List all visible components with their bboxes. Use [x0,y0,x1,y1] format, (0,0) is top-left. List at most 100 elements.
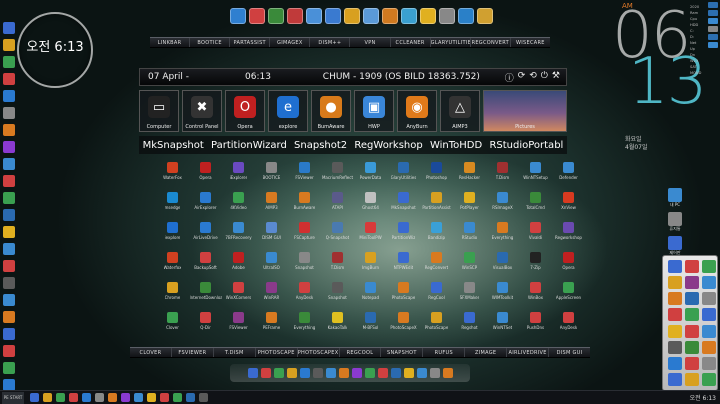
left-app-icon[interactable] [3,141,15,153]
panel-app-icon[interactable] [685,260,699,273]
top-bar-item[interactable]: DISM++ [310,38,351,47]
text-launcher-item[interactable]: WinToHDD [430,140,482,151]
taskbar-app-icon[interactable] [95,393,104,402]
panel-app-icon[interactable] [685,356,699,370]
dock-icon[interactable] [338,368,349,378]
panel-app-icon[interactable] [685,276,699,290]
desktop-icon[interactable]: FSCapture [288,222,321,243]
taskbar-app-icon[interactable] [43,393,52,402]
desktop-icon[interactable]: WinNTSet [486,312,519,333]
right-desktop-icon[interactable]: 휴지통 [660,212,690,232]
launcher-tile[interactable]: ▭ Computer [139,90,179,132]
app-icon[interactable] [420,8,436,24]
desktop-icon[interactable]: T.Dism [321,252,354,273]
app-icon[interactable] [344,8,360,24]
top-bar-item[interactable]: CCLEANER [391,38,431,47]
dock-icon[interactable] [416,368,427,378]
dock-icon[interactable] [312,368,323,378]
text-launcher-item[interactable]: RStudioPortabl [489,140,563,151]
panel-app-icon[interactable] [702,276,716,290]
desktop-icon[interactable]: Chrome [156,282,189,303]
text-launcher-item[interactable]: MkSnapshot [143,140,204,151]
desktop-icon[interactable]: Everything [288,312,321,333]
app-icon[interactable] [306,8,322,24]
desktop-icon[interactable]: VisualBox [486,252,519,273]
dock-icon[interactable] [390,368,401,378]
left-app-icon[interactable] [3,158,15,170]
desktop-icon[interactable]: WinBox [519,282,552,303]
bottom-bar-item[interactable]: DISM GUI [549,348,590,357]
panel-app-icon[interactable] [702,260,716,273]
launcher-tile[interactable]: △ AIMP3 [440,90,480,132]
desktop-icon[interactable]: MiniToolPW [354,222,387,243]
panel-app-icon[interactable] [668,340,682,354]
taskbar-app-icon[interactable] [147,393,156,402]
control-icon[interactable]: ⓘ [505,71,514,84]
desktop-icon[interactable]: NTPWEdit [387,252,420,273]
desktop-icon[interactable]: Vivaldi [519,222,552,243]
dock-icon[interactable] [377,368,388,378]
desktop-icon[interactable]: Q-Snapshot [321,222,354,243]
panel-app-icon[interactable] [668,276,682,290]
taskbar-app-icon[interactable] [56,393,65,402]
desktop-icon[interactable]: 7BFRecovery [222,222,255,243]
desktop-icon[interactable]: PushDns [519,312,552,333]
panel-app-icon[interactable] [668,356,682,370]
desktop-icon[interactable]: RSImageX [486,192,519,213]
desktop-icon[interactable]: AirLiveDrive [189,222,222,243]
left-app-icon[interactable] [3,192,15,204]
control-icon[interactable]: ⟳ [518,71,526,84]
desktop-icon[interactable]: msedge [156,192,189,213]
app-icon[interactable] [477,8,493,24]
top-bar-item[interactable]: VPN [350,38,391,47]
panel-app-icon[interactable] [668,308,682,322]
desktop-icon[interactable]: TotalCmd [519,192,552,213]
desktop-icon[interactable]: AnyDesk [552,312,585,333]
desktop-icon[interactable]: Clover [156,312,189,333]
desktop-icon[interactable]: Photoshop [420,162,453,183]
dock-icon[interactable] [403,368,414,378]
desktop-icon[interactable]: BackupSoft [189,252,222,273]
desktop-icon[interactable]: Opera [189,162,222,183]
desktop-icon[interactable]: Bandizip [420,222,453,243]
top-bar-item[interactable]: BOOTICE [190,38,231,47]
text-launcher-item[interactable]: Snapshot2 [294,140,347,151]
desktop-icon[interactable]: RegCool [420,282,453,303]
launcher-tile[interactable]: ✖ Control Panel [182,90,222,132]
desktop-icon[interactable]: Ghost64 [354,192,387,213]
panel-app-icon[interactable] [685,372,699,386]
launcher-tile[interactable]: e explore [268,90,308,132]
bottom-bar-item[interactable]: RUFUS [423,348,466,357]
launcher-tile[interactable]: O Opera [225,90,265,132]
bottom-bar-item[interactable]: PHOTOSCAPE [256,348,298,357]
panel-app-icon[interactable] [685,292,699,306]
desktop-icon[interactable]: WinSCP [453,252,486,273]
taskbar-app-icon[interactable] [82,393,91,402]
taskbar-app-icon[interactable] [69,393,78,402]
tray-clock[interactable]: 오전 6:13 [690,393,716,402]
panel-app-icon[interactable] [702,356,716,370]
desktop-icon[interactable]: Opera [552,252,585,273]
bottom-bar-item[interactable]: REGCOOL [340,348,382,357]
taskbar-app-icon[interactable] [173,393,182,402]
left-app-icon[interactable] [3,175,15,187]
desktop-icon[interactable]: WinXCorners [222,282,255,303]
desktop-icon[interactable]: BurnAware [288,192,321,213]
panel-app-icon[interactable] [668,260,682,273]
control-icon[interactable]: ⟲ [529,71,537,84]
desktop-icon[interactable]: Regworkshop [552,222,585,243]
panel-app-icon[interactable] [685,324,699,338]
top-bar-item[interactable]: GIMAGEX [270,38,311,47]
left-app-icon[interactable] [3,107,15,119]
desktop-icon[interactable]: PhotoScape [420,312,453,333]
right-desktop-icon[interactable]: 내 PC [660,188,690,208]
app-icon[interactable] [439,8,455,24]
left-app-icon[interactable] [3,22,15,34]
desktop-icon[interactable]: Everything [486,222,519,243]
panel-app-icon[interactable] [702,372,716,386]
dock-icon[interactable] [299,368,310,378]
text-launcher-item[interactable]: PartitionWizard [211,140,287,151]
desktop-icon[interactable]: GlaryUtilities [387,162,420,183]
desktop-icon[interactable]: ResHacker [453,162,486,183]
bottom-bar-item[interactable]: AIRLIVEDRIVE [507,348,550,357]
